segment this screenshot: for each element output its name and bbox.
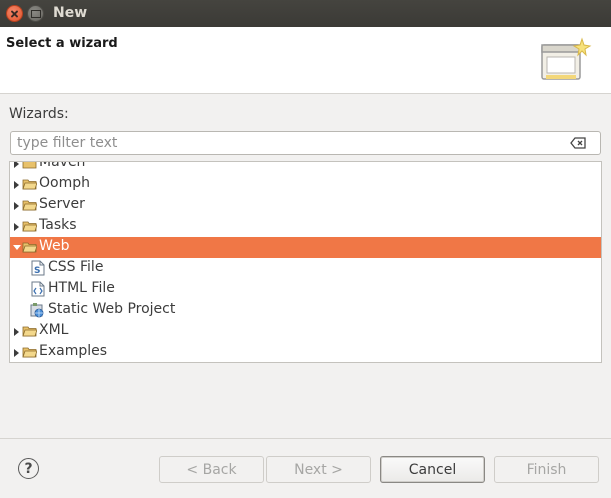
tree-item-html-file[interactable]: HTML File xyxy=(10,279,601,300)
cancel-button[interactable]: Cancel xyxy=(380,456,485,483)
tree-item-label: Web xyxy=(39,238,70,254)
finish-button[interactable]: Finish xyxy=(494,456,599,483)
folder-icon xyxy=(22,221,37,232)
expand-arrow-icon[interactable] xyxy=(14,349,19,357)
filter-field[interactable] xyxy=(10,131,601,155)
collapse-arrow-icon[interactable] xyxy=(13,245,21,250)
close-window-button[interactable] xyxy=(6,5,23,22)
tree-item-css-file[interactable]: S CSS File xyxy=(10,258,601,279)
css-file-icon: S xyxy=(31,260,45,276)
minimize-window-button[interactable] xyxy=(27,5,44,22)
expand-arrow-icon[interactable] xyxy=(14,202,19,210)
expand-arrow-icon[interactable] xyxy=(14,328,19,336)
tree-item-web[interactable]: Web xyxy=(10,237,601,258)
folder-icon xyxy=(22,162,37,169)
web-project-icon xyxy=(30,303,44,318)
expand-arrow-icon[interactable] xyxy=(14,162,19,168)
tree-item-label: CSS File xyxy=(48,259,104,275)
next-button[interactable]: Next > xyxy=(266,456,371,483)
wizard-tree[interactable]: Maven Oomph Server Tasks Web S CSS File xyxy=(9,161,602,363)
tree-item-examples[interactable]: Examples xyxy=(10,342,601,362)
new-wizard-banner-icon xyxy=(541,37,592,80)
folder-icon xyxy=(22,326,37,337)
clear-filter-icon[interactable] xyxy=(570,137,586,149)
folder-open-icon xyxy=(22,242,37,253)
expand-arrow-icon[interactable] xyxy=(14,181,19,189)
tree-item-label: HTML File xyxy=(48,280,115,296)
folder-icon xyxy=(22,200,37,211)
title-bar: New xyxy=(0,0,611,27)
tree-item-maven[interactable]: Maven xyxy=(10,161,601,174)
tree-item-label: XML xyxy=(39,322,69,338)
folder-icon xyxy=(22,179,37,190)
help-button[interactable]: ? xyxy=(18,458,39,479)
button-bar-separator xyxy=(0,438,611,439)
tree-item-label: Oomph xyxy=(39,175,90,191)
tree-item-label: Examples xyxy=(39,343,108,359)
tree-item-label: Maven xyxy=(39,161,86,170)
html-file-icon xyxy=(31,281,45,297)
tree-item-label: Tasks xyxy=(39,217,77,233)
back-button[interactable]: < Back xyxy=(159,456,264,483)
tree-item-xml[interactable]: XML xyxy=(10,321,601,342)
tree-item-oomph[interactable]: Oomph xyxy=(10,174,601,195)
wizards-label: Wizards: xyxy=(9,106,69,122)
tree-item-server[interactable]: Server xyxy=(10,195,601,216)
wizard-header: Select a wizard xyxy=(0,27,611,94)
tree-item-label: Static Web Project xyxy=(48,301,176,317)
tree-item-tasks[interactable]: Tasks xyxy=(10,216,601,237)
svg-text:S: S xyxy=(34,266,40,276)
folder-icon xyxy=(22,347,37,358)
expand-arrow-icon[interactable] xyxy=(14,223,19,231)
window-title: New xyxy=(53,5,88,21)
tree-item-static-web-project[interactable]: Static Web Project xyxy=(10,300,601,321)
filter-input[interactable] xyxy=(17,134,557,152)
wizard-page-title: Select a wizard xyxy=(6,36,118,51)
tree-item-label: Server xyxy=(39,196,85,212)
